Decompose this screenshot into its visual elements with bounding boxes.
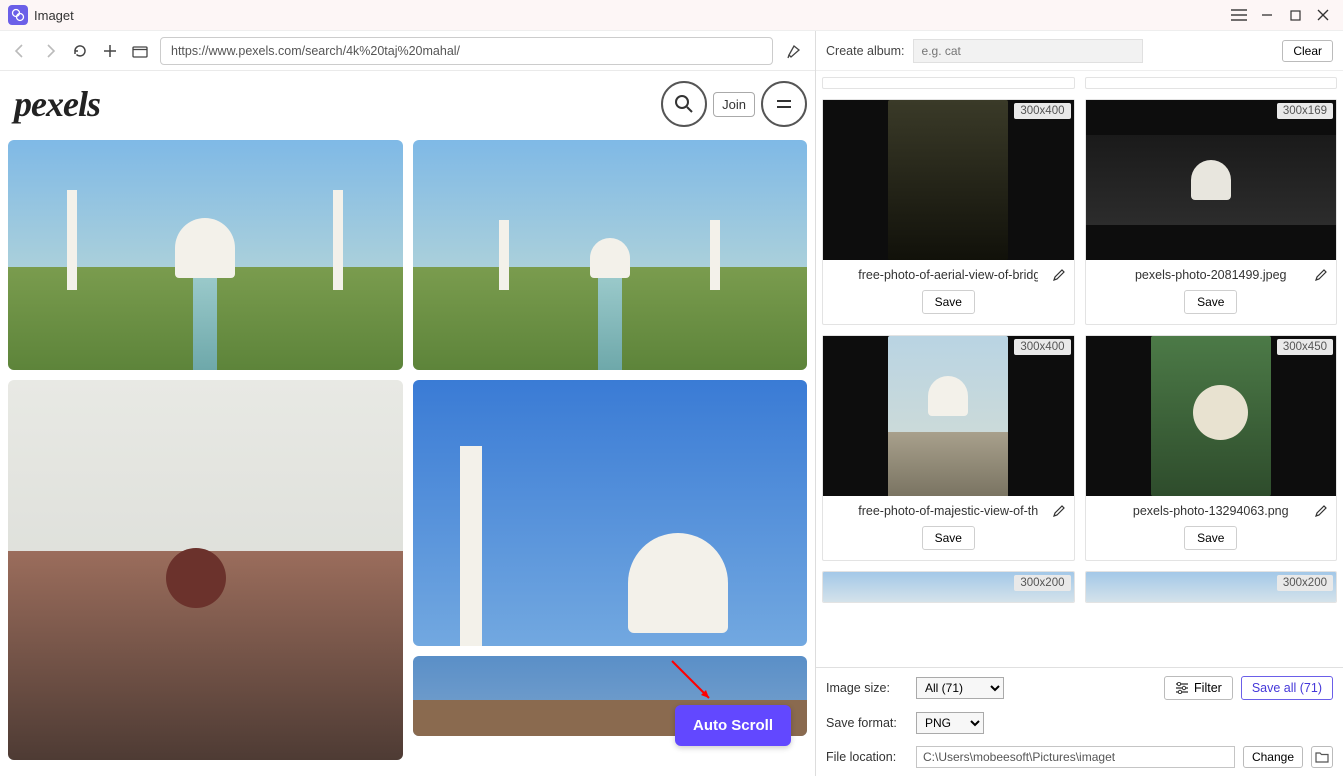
size-badge: 300x200 (1277, 575, 1333, 591)
thumb-image[interactable]: 300x450 (1086, 336, 1337, 496)
image-size-label: Image size: (826, 681, 908, 695)
save-button[interactable]: Save (1184, 290, 1237, 314)
album-input[interactable] (913, 39, 1143, 63)
paint-icon[interactable] (783, 40, 805, 62)
app-icon (8, 5, 28, 25)
minimize-button[interactable] (1255, 3, 1279, 27)
thumb-image[interactable]: 300x200 (823, 572, 1074, 602)
size-badge: 300x450 (1277, 339, 1333, 355)
size-badge: 300x200 (1014, 575, 1070, 591)
save-format-label: Save format: (826, 716, 908, 730)
open-folder-button[interactable] (1311, 746, 1333, 768)
filter-button-label: Filter (1194, 681, 1222, 695)
thumb-image[interactable]: 300x400 (823, 100, 1074, 260)
add-tab-button[interactable] (100, 41, 120, 61)
url-input[interactable] (160, 37, 773, 65)
folder-icon (1315, 751, 1329, 763)
edit-icon[interactable] (1314, 504, 1328, 518)
pexels-logo[interactable]: pexels (14, 83, 100, 125)
tabs-button[interactable] (130, 41, 150, 61)
edit-icon[interactable] (1052, 504, 1066, 518)
close-button[interactable] (1311, 3, 1335, 27)
maximize-button[interactable] (1283, 3, 1307, 27)
change-button[interactable]: Change (1243, 746, 1303, 768)
filter-icon (1175, 682, 1189, 694)
gallery-image[interactable] (8, 140, 403, 370)
search-icon[interactable] (661, 81, 707, 127)
controls-panel: Image size: All (71) Filter Save all (71… (816, 667, 1343, 776)
file-location-input[interactable] (916, 746, 1235, 768)
nav-bar (0, 31, 815, 71)
app-title: Imaget (34, 8, 74, 23)
gallery-image[interactable] (8, 380, 403, 760)
thumbs-grid: 300x400 free-photo-of-aerial-view-of-bri… (822, 77, 1337, 603)
pexels-gallery (0, 137, 815, 763)
gallery-image[interactable] (413, 140, 808, 370)
image-size-select[interactable]: All (71) (916, 677, 1004, 699)
menu-icon[interactable] (1227, 3, 1251, 27)
web-content[interactable]: pexels Join (0, 71, 815, 776)
save-button[interactable]: Save (922, 290, 975, 314)
thumb-image[interactable]: 300x169 (1086, 100, 1337, 260)
thumb-card-partial (1085, 77, 1338, 89)
download-panel: Create album: Clear 300x400 free-photo-o… (816, 31, 1343, 776)
forward-button[interactable] (40, 41, 60, 61)
thumb-image[interactable]: 300x200 (1086, 572, 1337, 602)
edit-icon[interactable] (1052, 268, 1066, 282)
save-format-select[interactable]: PNG (916, 712, 984, 734)
pexels-header-right: Join (661, 81, 807, 127)
thumb-card: 300x400 free-photo-of-majestic-view-of-t… (822, 335, 1075, 561)
back-button[interactable] (10, 41, 30, 61)
thumb-card: 300x450 pexels-photo-13294063.png Save (1085, 335, 1338, 561)
thumb-filename: pexels-photo-13294063.png (1133, 504, 1289, 518)
size-badge: 300x400 (1014, 103, 1070, 119)
reload-button[interactable] (70, 41, 90, 61)
thumb-filename: pexels-photo-2081499.jpeg (1135, 268, 1287, 282)
thumb-card: 300x200 (822, 571, 1075, 603)
pexels-header: pexels Join (0, 71, 815, 137)
size-badge: 300x400 (1014, 339, 1070, 355)
browser-panel: pexels Join (0, 31, 816, 776)
thumbs-area[interactable]: 300x400 free-photo-of-aerial-view-of-bri… (816, 71, 1343, 667)
save-all-button[interactable]: Save all (71) (1241, 676, 1333, 700)
title-bar-left: Imaget (8, 5, 74, 25)
save-button[interactable]: Save (922, 526, 975, 550)
thumb-filename: free-photo-of-majestic-view-of-the-taj- (858, 504, 1038, 518)
size-badge: 300x169 (1277, 103, 1333, 119)
album-bar: Create album: Clear (816, 31, 1343, 71)
filter-button[interactable]: Filter (1164, 676, 1233, 700)
thumb-image[interactable]: 300x400 (823, 336, 1074, 496)
save-button[interactable]: Save (1184, 526, 1237, 550)
gallery-image[interactable] (413, 380, 808, 646)
edit-icon[interactable] (1314, 268, 1328, 282)
album-label: Create album: (826, 44, 905, 58)
file-location-label: File location: (826, 750, 908, 764)
thumb-card-partial (822, 77, 1075, 89)
thumb-card: 300x200 (1085, 571, 1338, 603)
thumb-filename: free-photo-of-aerial-view-of-bridge-in- (858, 268, 1038, 282)
join-button[interactable]: Join (713, 92, 755, 117)
thumb-card: 300x169 pexels-photo-2081499.jpeg Save (1085, 99, 1338, 325)
clear-button[interactable]: Clear (1282, 40, 1333, 62)
window-controls (1227, 3, 1335, 27)
auto-scroll-button[interactable]: Auto Scroll (675, 705, 791, 746)
thumb-card: 300x400 free-photo-of-aerial-view-of-bri… (822, 99, 1075, 325)
title-bar: Imaget (0, 0, 1343, 31)
hamburger-icon[interactable] (761, 81, 807, 127)
